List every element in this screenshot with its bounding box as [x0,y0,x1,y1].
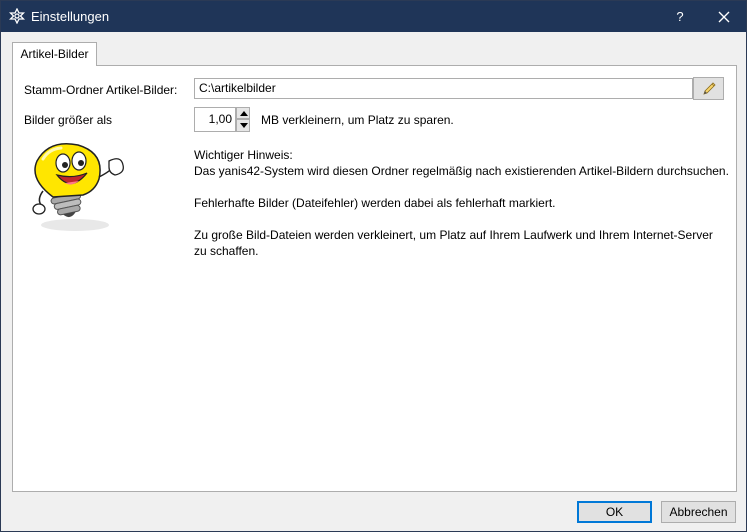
info-line-2: Fehlerhafte Bilder (Dateifehler) werden … [194,196,556,210]
close-button[interactable] [701,1,746,32]
edit-folder-button[interactable] [693,77,724,100]
info-line-3b: zu schaffen. [194,244,259,258]
size-stepper-input[interactable]: 1,00 [194,107,236,132]
folder-label: Stamm-Ordner Artikel-Bilder: [24,83,178,97]
ok-button[interactable]: OK [577,501,652,523]
stepper-up-button[interactable] [236,107,250,119]
tab-artikel-bilder[interactable]: Artikel-Bilder [12,42,97,66]
info-heading: Wichtiger Hinweis: [194,148,293,162]
title-bar[interactable]: Einstellungen ? [1,1,746,32]
info-line-3a: Zu große Bild-Dateien werden verkleinert… [194,228,713,242]
help-button[interactable]: ? [661,1,699,32]
tab-panel [12,65,737,492]
stepper-down-button[interactable] [236,119,250,132]
info-line-1: Das yanis42-System wird diesen Ordner re… [194,164,729,178]
lightbulb-mascot-icon [23,139,128,237]
pencil-icon [703,82,716,95]
size-label: Bilder größer als [24,113,113,127]
settings-dialog: Einstellungen ? Artikel-Bilder Stamm-Ord… [0,0,747,532]
size-suffix-label: MB verkleinern, um Platz zu sparen. [261,113,454,127]
close-icon [718,11,729,23]
window-title: Einstellungen [31,9,110,24]
cancel-button[interactable]: Abbrechen [661,501,736,523]
gear-icon [8,7,26,25]
folder-path-input[interactable]: C:\artikelbilder [194,78,693,99]
